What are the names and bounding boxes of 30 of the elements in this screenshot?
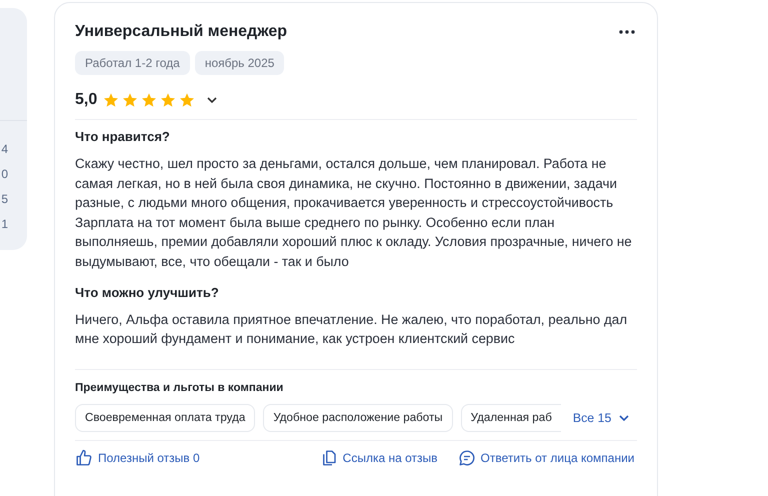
tag: Работал 1-2 года	[75, 51, 190, 75]
stat-value: 4	[1, 141, 9, 158]
more-icon[interactable]	[619, 30, 635, 34]
benefit-chip: Удаленная раб	[460, 404, 561, 432]
star-icon	[103, 92, 120, 108]
action-link[interactable]: Полезный отзыв 0	[75, 446, 200, 469]
star-icon	[141, 92, 158, 108]
benefit-chip: Удобное расположение работы	[263, 404, 453, 432]
rating-score: 5,0	[75, 91, 98, 109]
section-heading: Что можно улучшить?	[75, 284, 220, 302]
chevron-down-icon	[619, 414, 630, 421]
stat-value: 0	[1, 166, 9, 183]
stat-value: 1	[1, 216, 9, 233]
star-icon	[179, 92, 196, 108]
star-icon	[160, 92, 176, 108]
chevron-down-icon[interactable]	[207, 97, 218, 103]
show-all-button[interactable]: Все 15	[572, 406, 630, 429]
stat-value: 5	[1, 191, 9, 208]
review-text: Ничего, Альфа оставила приятное впечатление. Не жалею, что поработал, реально дал мне хороший фундамент и понимание, как устроен клиентский сервис	[75, 310, 628, 348]
thumbs-up-icon	[75, 448, 93, 467]
action-link[interactable]: Ссылка на отзыв	[320, 446, 438, 469]
chat-bubble-icon	[458, 448, 476, 467]
section-heading: Что нравится?	[75, 128, 171, 146]
action-link[interactable]: Ответить от лица компании	[458, 446, 634, 469]
benefit-chip: Своевременная оплата труда	[75, 404, 256, 432]
benefits-heading: Преимущества и льготы в компании	[75, 380, 284, 396]
tag: ноябрь 2025	[194, 51, 284, 75]
review-text: Скажу честно, шел просто за деньгами, остался дольше, чем планировал. Работа не самая легкая, но в ней была своя динамика, не скучно. Постоянно в движении, задачи разные, с людьми много общения, прокачивается уверенность и стрессоустойчивость Зарплата на тот момент была выше среднего по рынку. Особенно если план выполняешь, премии добавляли хороший плюс к окладу. Условия прозрачные, ничего не выдумывают, все, что обещали - так и было	[75, 155, 633, 271]
review-title: Универсальный менеджер	[75, 22, 287, 42]
star-icon	[122, 92, 138, 108]
